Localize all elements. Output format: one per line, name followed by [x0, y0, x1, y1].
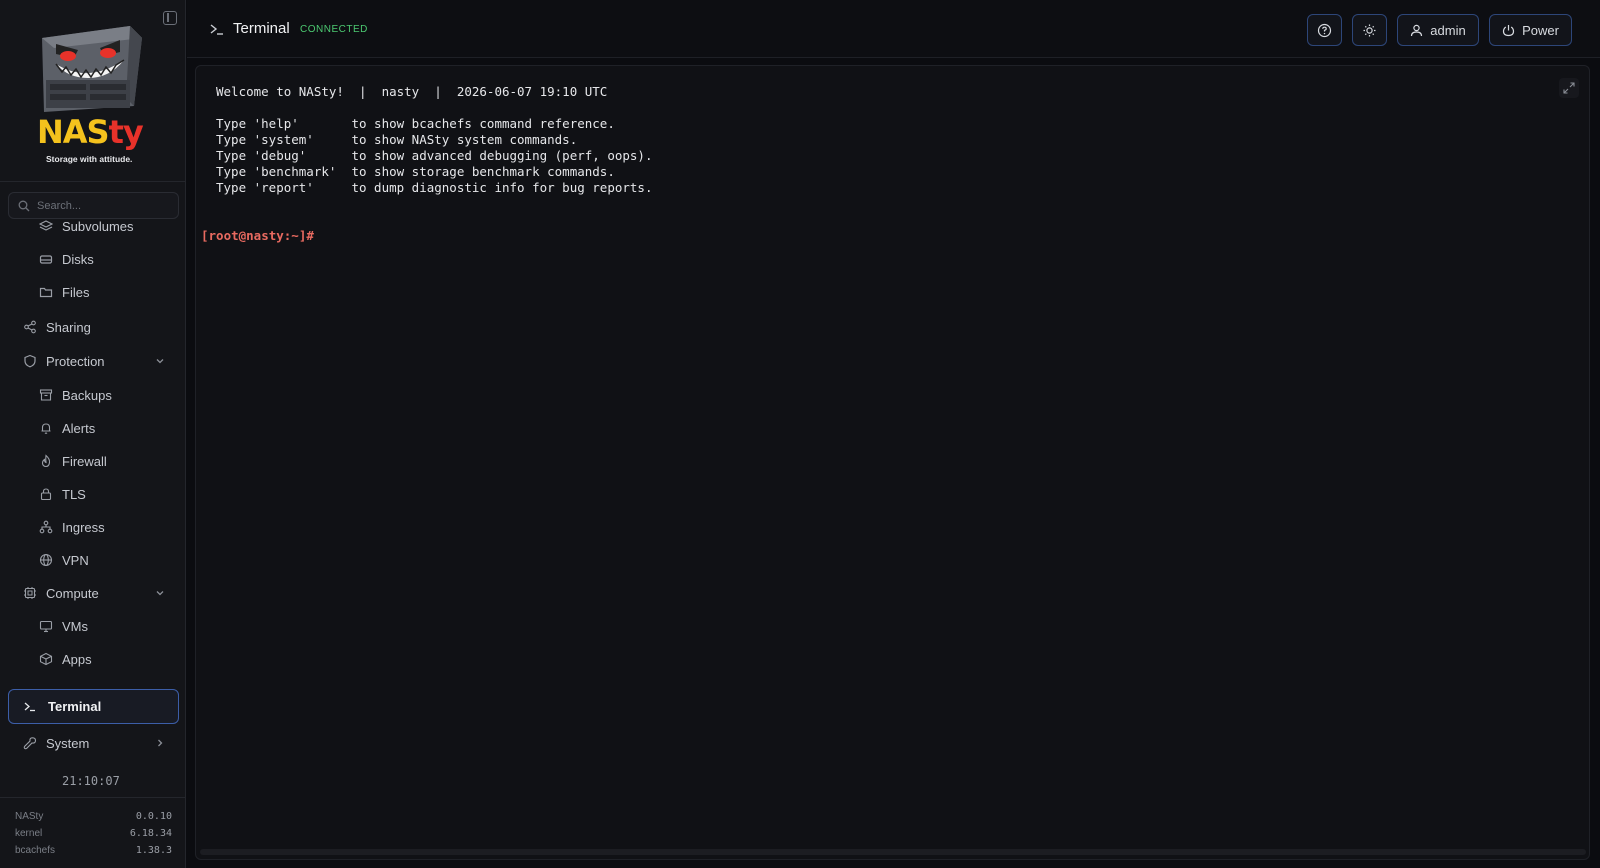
sidebar-item-label: System [46, 735, 90, 751]
brand-tagline: Storage with attitude. [46, 154, 133, 164]
terminal-output: Welcome to NASty! | nasty | 2026-06-07 1… [216, 84, 653, 196]
terminal-line: Type 'debug' to show advanced debugging … [216, 148, 653, 163]
terminal-cursor [314, 230, 321, 244]
monitor-icon [38, 618, 54, 634]
power-label: Power [1522, 22, 1559, 38]
globe-icon [38, 552, 54, 568]
flame-icon [38, 453, 54, 469]
sidebar-item-terminal[interactable]: Terminal [8, 689, 179, 724]
sidebar-item-sharing[interactable]: Sharing [22, 312, 91, 342]
terminal-line: Type 'report' to dump diagnostic info fo… [216, 180, 653, 195]
sidebar-item-apps[interactable]: Apps [38, 644, 92, 674]
sidebar-item-label: TLS [62, 486, 86, 502]
sidebar-item-label: Alerts [62, 420, 96, 436]
sidebar-item-label: Firewall [62, 453, 107, 469]
version-value: 1.38.3 [135, 845, 172, 856]
version-row: NASty 0.0.10 [15, 811, 172, 822]
version-name: kernel [15, 828, 43, 839]
sidebar-item-protection[interactable]: Protection [22, 346, 105, 376]
sidebar-item-label: VPN [62, 552, 89, 568]
sidebar-item-label: Disks [62, 251, 94, 267]
lock-icon [38, 486, 54, 502]
sidebar-item-backups[interactable]: Backups [38, 380, 112, 410]
sidebar-item-label: Ingress [62, 519, 105, 535]
sidebar-item-system[interactable]: System [22, 728, 89, 758]
sidebar-item-label: Backups [62, 387, 112, 403]
version-name: bcachefs [15, 845, 56, 856]
connection-status-badge: CONNECTED [300, 24, 368, 35]
terminal-window[interactable]: Welcome to NASty! | nasty | 2026-06-07 1… [195, 65, 1590, 860]
terminal-line: Type 'system' to show NASty system comma… [216, 132, 578, 147]
sidebar-item-label: Protection [46, 353, 105, 369]
power-button[interactable]: Power [1489, 14, 1572, 46]
chevron-down-icon[interactable] [155, 588, 165, 598]
sidebar-item-alerts[interactable]: Alerts [38, 413, 95, 443]
version-row: bcachefs 1.38.3 [15, 845, 172, 856]
archive-icon [38, 387, 54, 403]
terminal-scrollbar[interactable] [200, 849, 1586, 855]
chevron-right-icon[interactable] [155, 738, 165, 748]
shield-icon [22, 353, 38, 369]
wrench-icon [22, 735, 38, 751]
sun-icon [1363, 24, 1376, 36]
help-circle-icon [1317, 23, 1332, 37]
sidebar-item-label: Terminal [48, 699, 102, 714]
brand-wordmark: NASty [37, 113, 144, 151]
cpu-icon [22, 585, 38, 601]
sidebar-item-compute[interactable]: Compute [22, 578, 99, 608]
sidebar-divider [0, 181, 186, 182]
sidebar-item-subvolumes[interactable]: Subvolumes [38, 211, 134, 241]
user-label: admin [1430, 22, 1466, 38]
package-icon [38, 651, 54, 667]
sidebar-item-vpn[interactable]: VPN [38, 545, 89, 575]
hard-drive-icon [38, 251, 54, 267]
sidebar-item-files[interactable]: Files [38, 277, 89, 307]
sidebar-item-tls[interactable]: TLS [38, 479, 86, 509]
sidebar-item-ingress[interactable]: Ingress [38, 512, 105, 542]
sidebar-item-label: Files [62, 284, 90, 300]
sidebar-collapse-icon[interactable] [163, 11, 177, 25]
brand-name-part2: ty [108, 113, 144, 151]
sidebar-item-label: VMs [62, 618, 88, 634]
top-header: Terminal CONNECTED admin Power [187, 0, 1600, 58]
user-menu-button[interactable]: admin [1397, 14, 1479, 46]
expand-icon[interactable] [1559, 78, 1579, 98]
terminal-line: Type 'benchmark' to show storage benchma… [216, 164, 615, 179]
network-icon [38, 519, 54, 535]
sidebar-item-label: Sharing [46, 319, 91, 335]
sidebar-divider [0, 797, 186, 798]
share-icon [22, 319, 38, 335]
terminal-prompt-icon [24, 702, 35, 712]
version-row: kernel 6.18.34 [15, 828, 172, 839]
version-value: 6.18.34 [129, 828, 172, 839]
folder-icon [38, 284, 54, 300]
version-name: NASty [15, 811, 44, 822]
sidebar-item-vms[interactable]: VMs [38, 611, 88, 641]
layers-icon [38, 218, 54, 234]
sidebar-item-label: Compute [46, 585, 99, 601]
terminal-prompt-icon [210, 24, 223, 35]
sidebar-item-label: Apps [62, 651, 92, 667]
power-icon [1502, 24, 1515, 37]
terminal-line: Type 'help' to show bcachefs command ref… [216, 116, 615, 131]
bell-icon [38, 420, 54, 436]
nasty-mascot-logo [42, 26, 142, 112]
user-icon [1410, 24, 1423, 37]
sidebar: NASty Storage with attitude. Subvolumes … [0, 0, 186, 868]
terminal-welcome-line: Welcome to NASty! | nasty | 2026-06-07 1… [216, 84, 608, 99]
terminal-prompt-line[interactable]: [root@nasty:~]# [201, 228, 321, 244]
sidebar-item-firewall[interactable]: Firewall [38, 446, 107, 476]
shell-prompt: [root@nasty:~]# [201, 228, 314, 243]
sidebar-item-disks[interactable]: Disks [38, 244, 94, 274]
help-button[interactable] [1307, 14, 1342, 46]
sidebar-item-label: Subvolumes [62, 218, 134, 234]
chevron-down-icon[interactable] [155, 356, 165, 366]
brand-name-part1: NAS [37, 113, 110, 151]
version-value: 0.0.10 [135, 811, 172, 822]
page-title: Terminal [233, 20, 290, 37]
theme-toggle-button[interactable] [1352, 14, 1387, 46]
search-icon [18, 200, 30, 212]
clock: 21:10:07 [62, 774, 120, 788]
